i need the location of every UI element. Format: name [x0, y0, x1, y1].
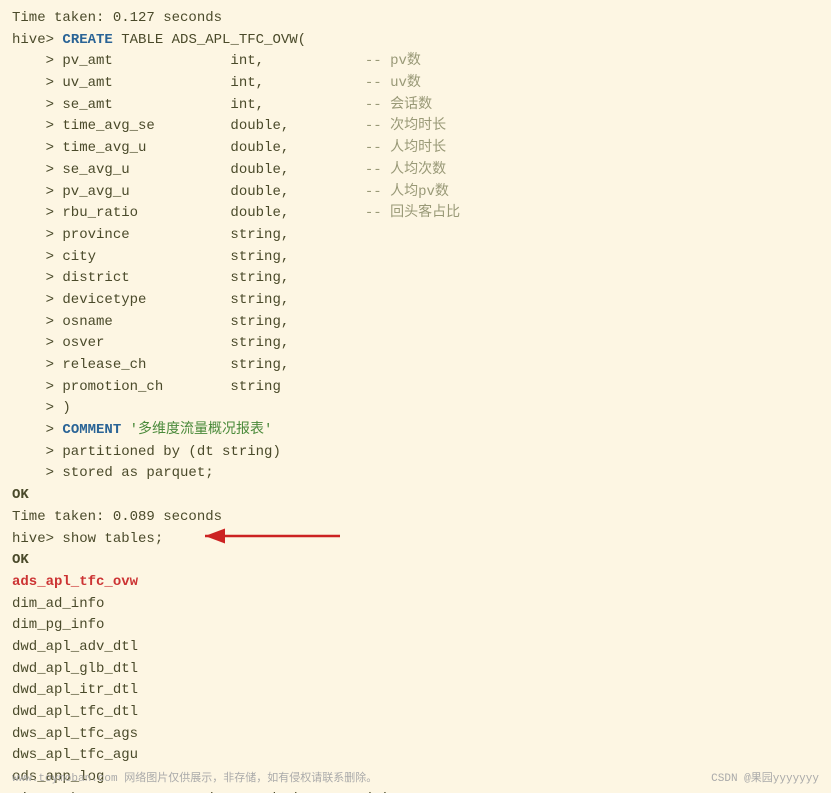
line-20: > partitioned by (dt string): [12, 442, 819, 464]
line-21: > stored as parquet;: [12, 463, 819, 485]
line-19: > COMMENT '多维度流量概况报表': [12, 420, 819, 442]
footer-watermark: www.toymoban.com 网络图片仅供展示，非存储，如有侵权请联系删除。: [12, 769, 377, 785]
line-27: dwd_apl_glb_dtl: [12, 659, 819, 681]
line-0: Time taken: 0.127 seconds: [12, 8, 819, 30]
arrow-annotation: [185, 521, 345, 571]
line-30: dws_apl_tfc_ags: [12, 724, 819, 746]
line-2: > pv_amt int, -- pv数: [12, 51, 819, 73]
footer: www.toymoban.com 网络图片仅供展示，非存储，如有侵权请联系删除。…: [0, 769, 831, 785]
line-6: > time_avg_u double, -- 人均时长: [12, 138, 819, 160]
line-10: > province string,: [12, 225, 819, 247]
line-highlight: ads_apl_tfc_ovw: [12, 572, 819, 594]
line-12: > district string,: [12, 268, 819, 290]
line-24: dim_ad_info: [12, 594, 819, 616]
line-26: dwd_apl_adv_dtl: [12, 637, 819, 659]
line-29: dwd_apl_tfc_dtl: [12, 702, 819, 724]
line-18: > ): [12, 398, 819, 420]
footer-attribution: CSDN @果园yyyyyyy: [711, 769, 819, 785]
line-ok1: OK: [12, 485, 819, 507]
line-13: > devicetype string,: [12, 290, 819, 312]
line-4: > se_amt int, -- 会话数: [12, 95, 819, 117]
line-1: hive> CREATE TABLE ADS_APL_TFC_OVW(: [12, 30, 819, 52]
line-5: > time_avg_se double, -- 次均时长: [12, 116, 819, 138]
line-16: > release_ch string,: [12, 355, 819, 377]
line-28: dwd_apl_itr_dtl: [12, 680, 819, 702]
line-3: > uv_amt int, -- uv数: [12, 73, 819, 95]
line-15: > osver string,: [12, 333, 819, 355]
line-25: dim_pg_info: [12, 615, 819, 637]
terminal: Time taken: 0.127 seconds hive> CREATE T…: [0, 0, 831, 793]
line-33: Time taken: 0.024 seconds, Fetched: 10 r…: [12, 789, 819, 793]
line-9: > rbu_ratio double, -- 回头客占比: [12, 203, 819, 225]
line-11: > city string,: [12, 247, 819, 269]
line-22: Time taken: 0.089 seconds: [12, 507, 819, 529]
line-23: hive> show tables;: [12, 529, 819, 551]
line-31: dws_apl_tfc_agu: [12, 745, 819, 767]
line-7: > se_avg_u double, -- 人均次数: [12, 160, 819, 182]
line-ok2: OK: [12, 550, 819, 572]
line-17: > promotion_ch string: [12, 377, 819, 399]
line-8: > pv_avg_u double, -- 人均pv数: [12, 182, 819, 204]
line-14: > osname string,: [12, 312, 819, 334]
